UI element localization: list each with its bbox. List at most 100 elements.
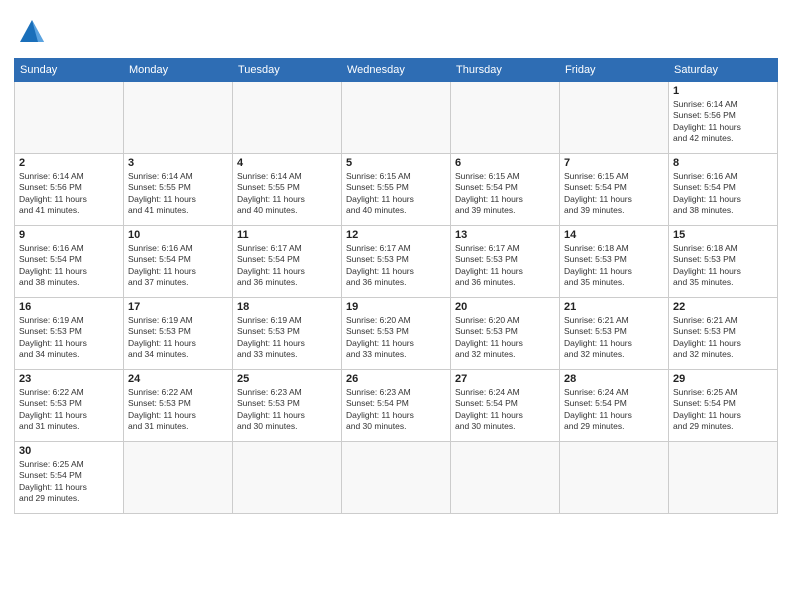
calendar-cell: 4Sunrise: 6:14 AMSunset: 5:55 PMDaylight… <box>233 154 342 226</box>
calendar-cell: 22Sunrise: 6:21 AMSunset: 5:53 PMDayligh… <box>669 298 778 370</box>
day-info: Sunrise: 6:17 AMSunset: 5:53 PMDaylight:… <box>455 243 555 289</box>
day-info: Sunrise: 6:23 AMSunset: 5:53 PMDaylight:… <box>237 387 337 433</box>
day-number: 30 <box>19 445 119 457</box>
day-info: Sunrise: 6:16 AMSunset: 5:54 PMDaylight:… <box>673 171 773 217</box>
day-number: 12 <box>346 229 446 241</box>
day-number: 11 <box>237 229 337 241</box>
calendar-cell: 25 Sunrise: 6:23 AMSunset: 5:53 PMDayligh… <box>233 370 342 442</box>
weekday-header-row: SundayMondayTuesdayWednesdayThursdayFrid… <box>15 59 778 82</box>
calendar-cell <box>342 82 451 154</box>
calendar-cell: 9 Sunrise: 6:16 AMSunset: 5:54 PMDaylight… <box>15 226 124 298</box>
day-number: 17 <box>128 301 228 313</box>
calendar-cell: 5 Sunrise: 6:15 AMSunset: 5:55 PMDaylight… <box>342 154 451 226</box>
day-number: 2 <box>19 157 119 169</box>
day-number: 22 <box>673 301 773 313</box>
calendar-cell <box>342 442 451 514</box>
day-info: Sunrise: 6:15 AMSunset: 5:54 PMDaylight:… <box>455 171 555 217</box>
weekday-header-wednesday: Wednesday <box>342 59 451 82</box>
calendar-body: 1Sunrise: 6:14 AMSunset: 5:56 PMDaylight… <box>15 82 778 514</box>
day-info: Sunrise: 6:14 AMSunset: 5:56 PMDaylight:… <box>673 99 773 145</box>
day-number: 18 <box>237 301 337 313</box>
day-number: 5 <box>346 157 446 169</box>
calendar-week-row: 9 Sunrise: 6:16 AMSunset: 5:54 PMDaylight… <box>15 226 778 298</box>
day-info: Sunrise: 6:17 AMSunset: 5:53 PMDaylight:… <box>346 243 446 289</box>
calendar-cell: 13 Sunrise: 6:17 AMSunset: 5:53 PMDayligh… <box>451 226 560 298</box>
calendar-cell: 10 Sunrise: 6:16 AMSunset: 5:54 PMDayligh… <box>124 226 233 298</box>
calendar-week-row: 16 Sunrise: 6:19 AMSunset: 5:53 PMDayligh… <box>15 298 778 370</box>
day-info: Sunrise: 6:24 AMSunset: 5:54 PMDaylight:… <box>564 387 664 433</box>
weekday-header-sunday: Sunday <box>15 59 124 82</box>
day-number: 8 <box>673 157 773 169</box>
day-info: Sunrise: 6:21 AMSunset: 5:53 PMDaylight:… <box>564 315 664 361</box>
day-info: Sunrise: 6:19 AMSunset: 5:53 PMDaylight:… <box>237 315 337 361</box>
weekday-header-monday: Monday <box>124 59 233 82</box>
day-info: Sunrise: 6:17 AMSunset: 5:54 PMDaylight:… <box>237 243 337 289</box>
calendar-cell <box>451 442 560 514</box>
day-info: Sunrise: 6:25 AMSunset: 5:54 PMDaylight:… <box>673 387 773 433</box>
calendar-cell <box>669 442 778 514</box>
day-number: 4 <box>237 157 337 169</box>
day-number: 28 <box>564 373 664 385</box>
day-number: 26 <box>346 373 446 385</box>
day-info: Sunrise: 6:20 AMSunset: 5:53 PMDaylight:… <box>346 315 446 361</box>
calendar-cell: 3 Sunrise: 6:14 AMSunset: 5:55 PMDaylight… <box>124 154 233 226</box>
weekday-header-thursday: Thursday <box>451 59 560 82</box>
day-info: Sunrise: 6:23 AMSunset: 5:54 PMDaylight:… <box>346 387 446 433</box>
day-info: Sunrise: 6:22 AMSunset: 5:53 PMDaylight:… <box>19 387 119 433</box>
calendar-cell: 26 Sunrise: 6:23 AMSunset: 5:54 PMDayligh… <box>342 370 451 442</box>
calendar-cell <box>124 82 233 154</box>
day-number: 3 <box>128 157 228 169</box>
logo <box>14 14 54 50</box>
day-number: 24 <box>128 373 228 385</box>
day-number: 6 <box>455 157 555 169</box>
calendar-cell: 6 Sunrise: 6:15 AMSunset: 5:54 PMDaylight… <box>451 154 560 226</box>
calendar-cell: 29 Sunrise: 6:25 AMSunset: 5:54 PMDayligh… <box>669 370 778 442</box>
calendar-page: SundayMondayTuesdayWednesdayThursdayFrid… <box>0 0 792 612</box>
calendar-cell: 23Sunrise: 6:22 AMSunset: 5:53 PMDayligh… <box>15 370 124 442</box>
day-info: Sunrise: 6:14 AMSunset: 5:55 PMDaylight:… <box>128 171 228 217</box>
calendar-week-row: 2Sunrise: 6:14 AMSunset: 5:56 PMDaylight… <box>15 154 778 226</box>
calendar-cell: 19 Sunrise: 6:20 AMSunset: 5:53 PMDayligh… <box>342 298 451 370</box>
day-number: 27 <box>455 373 555 385</box>
day-number: 9 <box>19 229 119 241</box>
calendar-table: SundayMondayTuesdayWednesdayThursdayFrid… <box>14 58 778 514</box>
day-info: Sunrise: 6:16 AMSunset: 5:54 PMDaylight:… <box>128 243 228 289</box>
calendar-cell <box>233 82 342 154</box>
day-number: 10 <box>128 229 228 241</box>
calendar-cell <box>560 442 669 514</box>
calendar-cell <box>233 442 342 514</box>
calendar-cell: 28 Sunrise: 6:24 AMSunset: 5:54 PMDayligh… <box>560 370 669 442</box>
logo-icon <box>14 14 50 50</box>
calendar-cell: 2Sunrise: 6:14 AMSunset: 5:56 PMDaylight… <box>15 154 124 226</box>
calendar-cell: 11 Sunrise: 6:17 AMSunset: 5:54 PMDayligh… <box>233 226 342 298</box>
weekday-header-saturday: Saturday <box>669 59 778 82</box>
calendar-header: SundayMondayTuesdayWednesdayThursdayFrid… <box>15 59 778 82</box>
calendar-cell: 8 Sunrise: 6:16 AMSunset: 5:54 PMDaylight… <box>669 154 778 226</box>
calendar-cell <box>15 82 124 154</box>
calendar-cell: 30Sunrise: 6:25 AMSunset: 5:54 PMDayligh… <box>15 442 124 514</box>
day-number: 20 <box>455 301 555 313</box>
calendar-cell: 21 Sunrise: 6:21 AMSunset: 5:53 PMDayligh… <box>560 298 669 370</box>
day-info: Sunrise: 6:18 AMSunset: 5:53 PMDaylight:… <box>673 243 773 289</box>
day-info: Sunrise: 6:15 AMSunset: 5:55 PMDaylight:… <box>346 171 446 217</box>
weekday-header-friday: Friday <box>560 59 669 82</box>
calendar-cell <box>124 442 233 514</box>
day-number: 13 <box>455 229 555 241</box>
day-number: 16 <box>19 301 119 313</box>
day-info: Sunrise: 6:19 AMSunset: 5:53 PMDaylight:… <box>19 315 119 361</box>
calendar-cell: 14Sunrise: 6:18 AMSunset: 5:53 PMDayligh… <box>560 226 669 298</box>
day-number: 25 <box>237 373 337 385</box>
calendar-cell: 18 Sunrise: 6:19 AMSunset: 5:53 PMDayligh… <box>233 298 342 370</box>
weekday-header-tuesday: Tuesday <box>233 59 342 82</box>
day-number: 14 <box>564 229 664 241</box>
header <box>14 10 778 50</box>
calendar-cell: 20Sunrise: 6:20 AMSunset: 5:53 PMDayligh… <box>451 298 560 370</box>
calendar-cell: 1Sunrise: 6:14 AMSunset: 5:56 PMDaylight… <box>669 82 778 154</box>
day-number: 29 <box>673 373 773 385</box>
day-number: 21 <box>564 301 664 313</box>
calendar-cell: 15Sunrise: 6:18 AMSunset: 5:53 PMDayligh… <box>669 226 778 298</box>
calendar-week-row: 23Sunrise: 6:22 AMSunset: 5:53 PMDayligh… <box>15 370 778 442</box>
day-number: 19 <box>346 301 446 313</box>
day-info: Sunrise: 6:16 AMSunset: 5:54 PMDaylight:… <box>19 243 119 289</box>
day-info: Sunrise: 6:24 AMSunset: 5:54 PMDaylight:… <box>455 387 555 433</box>
